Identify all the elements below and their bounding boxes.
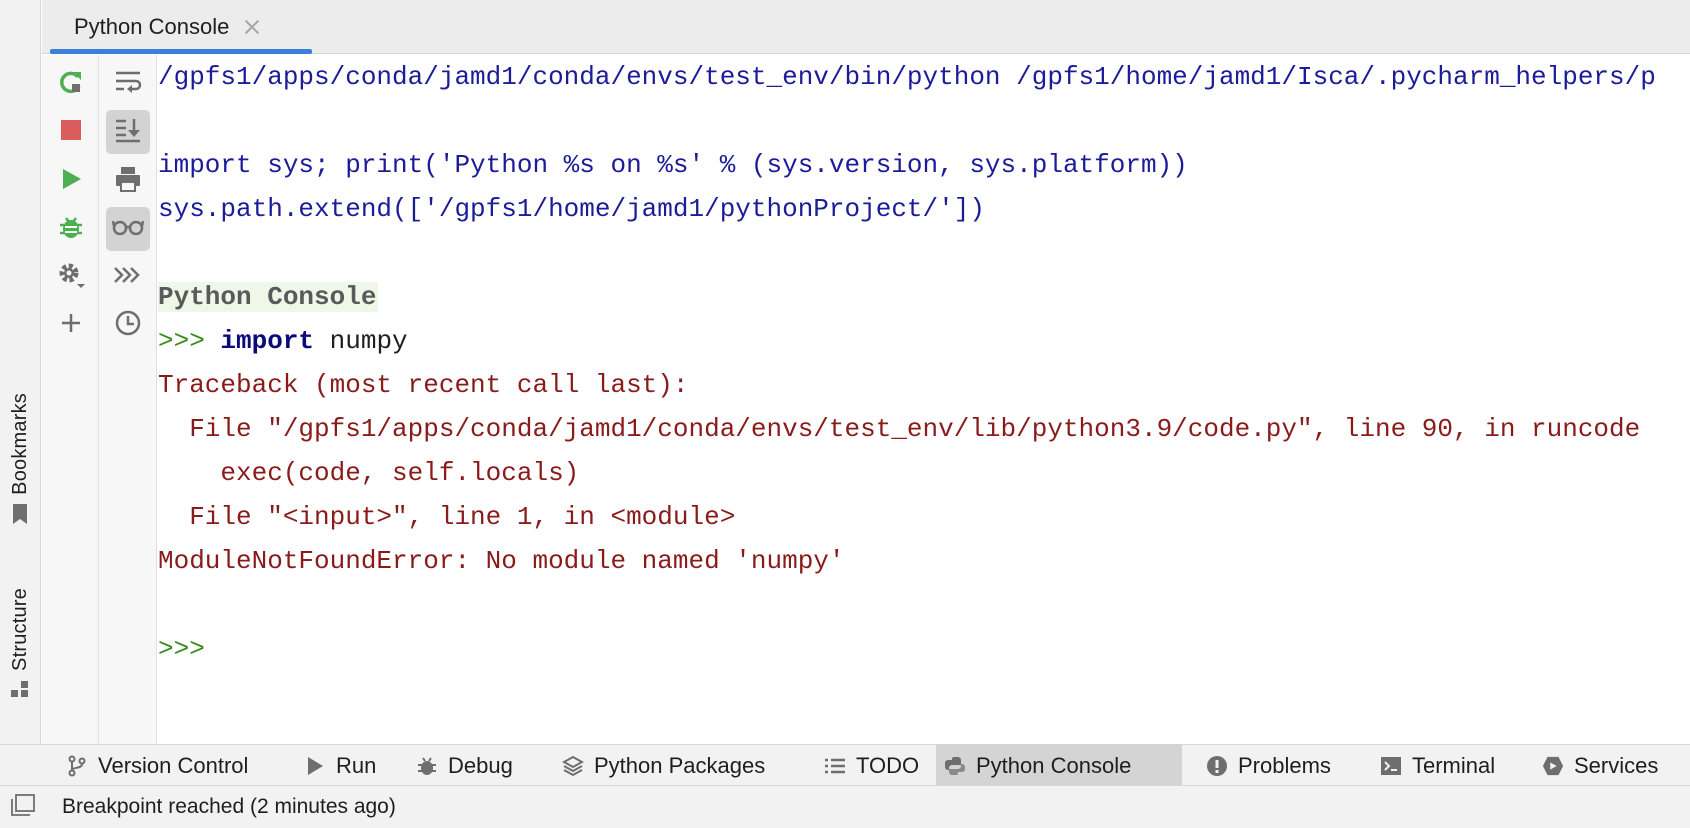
run-button[interactable] — [49, 159, 93, 203]
branch-icon — [66, 755, 88, 777]
services-label: Services — [1574, 752, 1659, 778]
terminal-label: Terminal — [1412, 752, 1496, 778]
command-queue-icon — [113, 265, 143, 290]
console-input-line: >>> import numpy — [158, 323, 408, 359]
bottom-tool-window-bar: Version Control Run Debug Python Package… — [0, 744, 1690, 786]
traceback-frame-2: File "<input>", line 1, in <module> — [158, 502, 736, 532]
terminal-icon — [1380, 755, 1402, 777]
version-control-tool-button[interactable]: Version Control — [58, 745, 256, 786]
settings-button[interactable] — [49, 255, 93, 299]
show-variables-button[interactable] — [106, 207, 150, 251]
structure-label: Structure — [8, 588, 31, 671]
structure-icon — [10, 679, 30, 704]
status-message[interactable]: Breakpoint reached (2 minutes ago) — [62, 795, 396, 819]
traceback-frame-1[interactable]: File "/gpfs1/apps/conda/jamd1/conda/envs… — [158, 411, 1640, 447]
run-icon — [59, 167, 83, 196]
python-console-output[interactable]: /gpfs1/apps/conda/jamd1/conda/envs/test_… — [158, 55, 1690, 744]
scroll-to-end-icon — [114, 116, 142, 149]
version-control-label: Version Control — [98, 752, 249, 778]
terminal-tool-button[interactable]: Terminal — [1372, 745, 1503, 786]
python-packages-label: Python Packages — [594, 752, 766, 778]
python-packages-tool-button[interactable]: Python Packages — [554, 745, 773, 786]
add-console-button[interactable] — [49, 303, 93, 347]
console-actions-toolbar — [42, 55, 99, 744]
services-tool-button[interactable]: Services — [1534, 745, 1666, 786]
error-message: ModuleNotFoundError: No module named 'nu… — [158, 546, 845, 576]
list-icon — [824, 755, 846, 777]
console-keyword: import — [220, 326, 315, 356]
settings-icon — [56, 260, 86, 295]
add-icon — [59, 311, 83, 340]
history-button[interactable] — [106, 303, 150, 347]
debug-tool-button[interactable]: Debug — [408, 745, 521, 786]
run-label: Run — [336, 752, 377, 778]
status-bar: Breakpoint reached (2 minutes ago) — [0, 786, 1690, 828]
toggle-tool-windows-button[interactable] — [10, 793, 36, 821]
stop-icon — [59, 118, 83, 147]
debug-icon — [57, 213, 85, 246]
stop-button[interactable] — [49, 110, 93, 154]
console-header-label: Python Console — [158, 282, 379, 312]
rerun-button[interactable] — [49, 62, 93, 106]
console-startup-command: /gpfs1/apps/conda/jamd1/conda/envs/test_… — [158, 62, 1656, 92]
traceback-header: Traceback (most recent call last): — [158, 370, 689, 400]
debug-button[interactable] — [49, 207, 93, 251]
close-icon[interactable] — [243, 18, 261, 36]
python-console-label: Python Console — [976, 752, 1132, 778]
print-icon — [114, 165, 142, 198]
bug-icon — [416, 755, 438, 777]
soft-wrap-button[interactable] — [106, 62, 150, 106]
console-prompt: >>> — [158, 326, 221, 356]
run-tool-button[interactable]: Run — [296, 745, 384, 786]
rerun-icon — [57, 68, 85, 101]
python-icon — [944, 755, 966, 777]
traceback-code-1: exec(code, self.locals) — [158, 458, 580, 488]
warning-icon — [1206, 755, 1228, 777]
tool-windows-icon — [11, 793, 35, 821]
console-header: Python Console — [158, 279, 379, 315]
active-tab-indicator — [50, 49, 312, 54]
console-view-toolbar — [99, 55, 157, 744]
todo-label: TODO — [856, 752, 920, 778]
services-icon — [1542, 755, 1564, 777]
bookmarks-label: Bookmarks — [8, 393, 31, 495]
console-startup-import: import sys; print('Python %s on %s' % (s… — [158, 150, 1188, 180]
todo-tool-button[interactable]: TODO — [816, 745, 927, 786]
command-queue-button[interactable] — [106, 255, 150, 299]
tab-label: Python Console — [74, 14, 230, 39]
print-button[interactable] — [106, 159, 150, 203]
console-prompt-empty[interactable]: >>> — [158, 631, 205, 667]
problems-tool-button[interactable]: Problems — [1198, 745, 1339, 786]
scroll-to-end-button[interactable] — [106, 110, 150, 154]
left-tool-stripe: Bookmarks Structure — [0, 0, 41, 744]
console-startup-path: sys.path.extend(['/gpfs1/home/jamd1/pyth… — [158, 194, 985, 224]
python-console-tool-button[interactable]: Python Console — [936, 745, 1182, 786]
tool-window-tabbar: Python Console — [42, 0, 1690, 54]
structure-tool-button[interactable]: Structure — [6, 588, 34, 704]
soft-wrap-icon — [114, 69, 142, 100]
bookmarks-tool-button[interactable]: Bookmarks — [6, 393, 34, 530]
bookmark-icon — [11, 503, 29, 530]
history-icon — [114, 309, 142, 342]
debug-label: Debug — [448, 752, 513, 778]
run-icon — [304, 755, 326, 777]
tab-python-console[interactable]: Python Console — [50, 0, 312, 54]
layers-icon — [562, 755, 584, 777]
console-input-text: numpy — [314, 326, 408, 356]
show-variables-icon — [111, 217, 145, 242]
problems-label: Problems — [1238, 752, 1331, 778]
